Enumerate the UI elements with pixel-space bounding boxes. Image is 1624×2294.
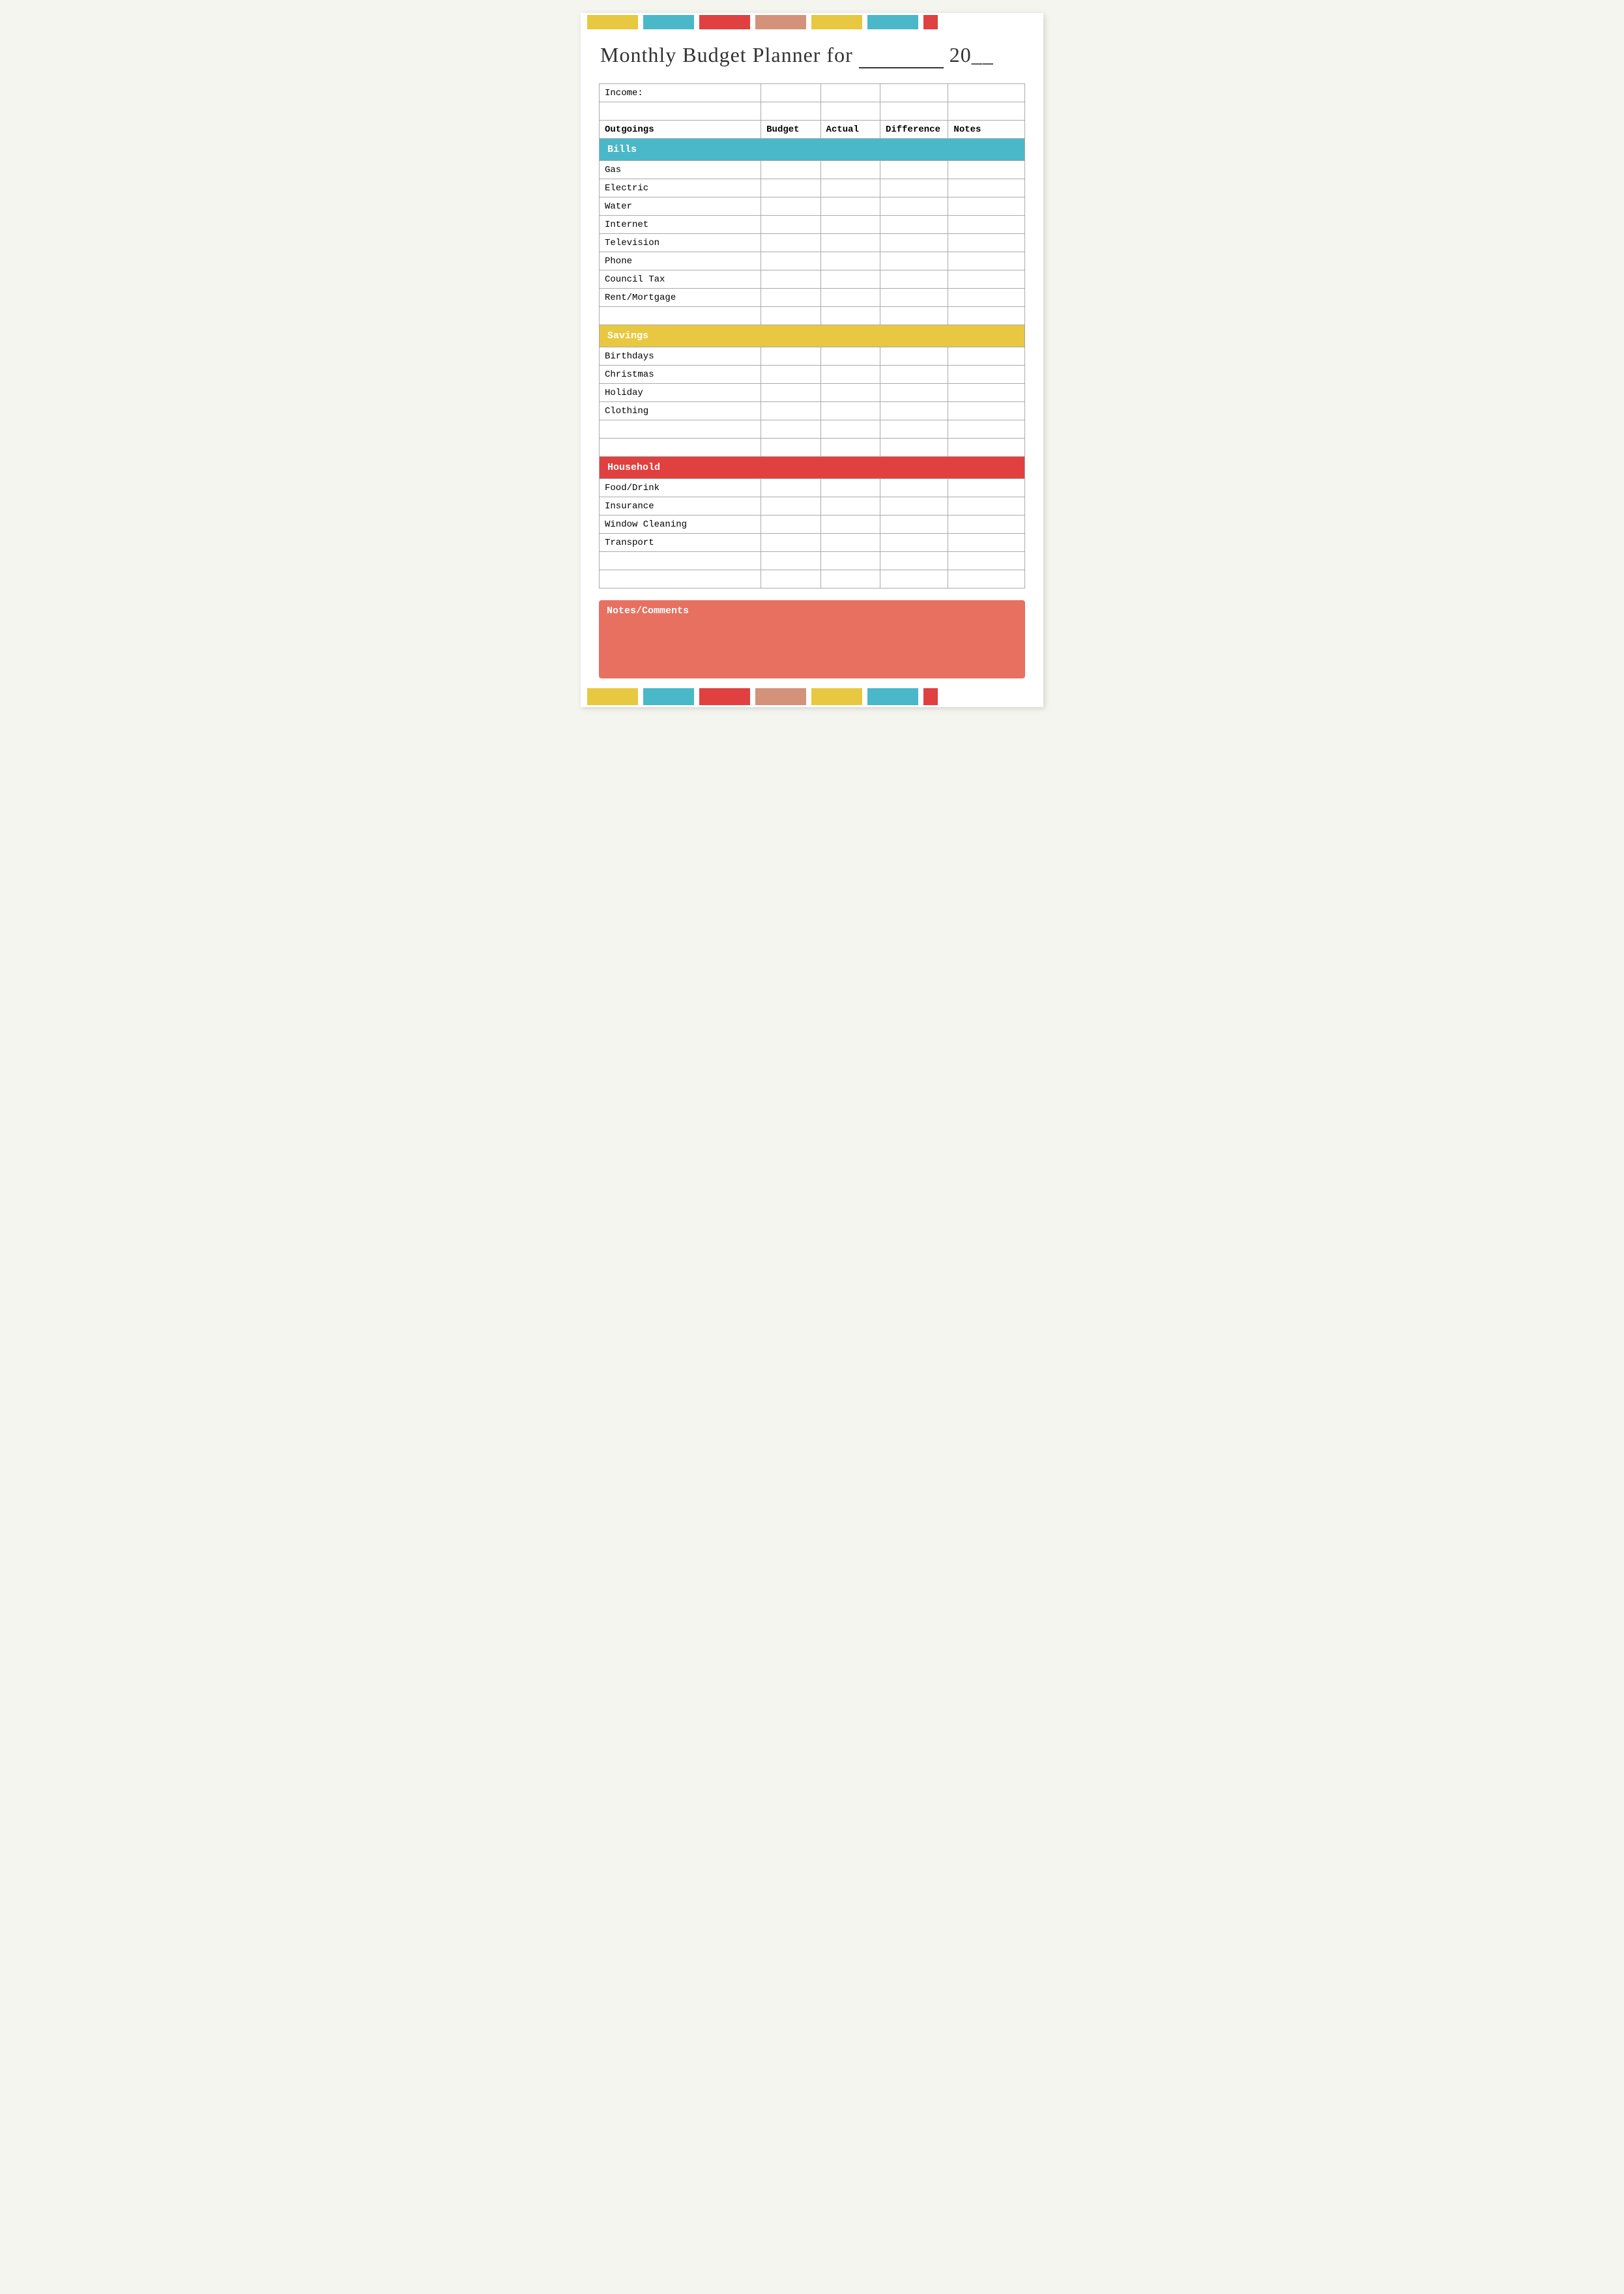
title-year-suffix: __ bbox=[972, 43, 994, 66]
header-difference: Difference bbox=[880, 121, 948, 139]
bills-section-header: Bills bbox=[600, 139, 1025, 161]
title-year-prefix: 20 bbox=[944, 43, 972, 66]
savings-clothing: Clothing bbox=[600, 402, 761, 420]
swatch-red-1 bbox=[699, 15, 750, 29]
swatch-bottom-yellow-1 bbox=[587, 688, 638, 705]
income-notes[interactable] bbox=[948, 84, 1025, 102]
swatch-bottom-salmon-1 bbox=[755, 688, 806, 705]
table-row: Transport bbox=[600, 534, 1025, 552]
page-title: Monthly Budget Planner for 20__ bbox=[600, 43, 994, 66]
table-row: Phone bbox=[600, 252, 1025, 270]
swatch-teal-2 bbox=[867, 15, 918, 29]
household-transport: Transport bbox=[600, 534, 761, 552]
table-row: Window Cleaning bbox=[600, 515, 1025, 534]
savings-holiday: Holiday bbox=[600, 384, 761, 402]
swatch-yellow-1 bbox=[587, 15, 638, 29]
bills-water: Water bbox=[600, 197, 761, 216]
swatch-bottom-teal-2 bbox=[867, 688, 918, 705]
table-row: Council Tax bbox=[600, 270, 1025, 289]
table-row: Birthdays bbox=[600, 347, 1025, 366]
page: Monthly Budget Planner for 20__ Income: bbox=[581, 13, 1043, 707]
bills-council-tax: Council Tax bbox=[600, 270, 761, 289]
bills-internet: Internet bbox=[600, 216, 761, 234]
bills-television: Television bbox=[600, 234, 761, 252]
savings-header-row: Savings bbox=[600, 325, 1025, 347]
household-window-cleaning: Window Cleaning bbox=[600, 515, 761, 534]
header-actual: Actual bbox=[820, 121, 880, 139]
income-actual[interactable] bbox=[820, 84, 880, 102]
notes-title: Notes/Comments bbox=[607, 605, 1017, 617]
swatch-bottom-red-2 bbox=[923, 688, 938, 705]
table-row: Insurance bbox=[600, 497, 1025, 515]
swatch-bottom-yellow-2 bbox=[811, 688, 862, 705]
savings-christmas: Christmas bbox=[600, 366, 761, 384]
top-color-bar bbox=[581, 13, 1043, 31]
title-section: Monthly Budget Planner for 20__ bbox=[581, 31, 1043, 77]
savings-label: Savings bbox=[605, 328, 1019, 343]
table-row: Holiday bbox=[600, 384, 1025, 402]
header-notes: Notes bbox=[948, 121, 1025, 139]
header-outgoings: Outgoings bbox=[600, 121, 761, 139]
household-insurance: Insurance bbox=[600, 497, 761, 515]
table-row: Rent/Mortgage bbox=[600, 289, 1025, 307]
savings-section-header: Savings bbox=[600, 325, 1025, 347]
bills-rent-mortgage: Rent/Mortgage bbox=[600, 289, 761, 307]
swatch-teal-1 bbox=[643, 15, 694, 29]
table-row: Christmas bbox=[600, 366, 1025, 384]
swatch-yellow-2 bbox=[811, 15, 862, 29]
table-row: Food/Drink bbox=[600, 479, 1025, 497]
savings-birthdays: Birthdays bbox=[600, 347, 761, 366]
table-row: Clothing bbox=[600, 402, 1025, 420]
household-section-header: Household bbox=[600, 457, 1025, 479]
empty-row-5 bbox=[600, 552, 1025, 570]
table-row: Television bbox=[600, 234, 1025, 252]
budget-table-wrapper: Income: Outgoings Budget A bbox=[581, 77, 1043, 595]
bills-electric: Electric bbox=[600, 179, 761, 197]
table-row: Gas bbox=[600, 161, 1025, 179]
income-row: Income: bbox=[600, 84, 1025, 102]
bills-label: Bills bbox=[605, 142, 1019, 157]
budget-table: Income: Outgoings Budget A bbox=[599, 83, 1025, 588]
swatch-bottom-teal-1 bbox=[643, 688, 694, 705]
table-row: Internet bbox=[600, 216, 1025, 234]
header-row: Outgoings Budget Actual Difference Notes bbox=[600, 121, 1025, 139]
bills-header-row: Bills bbox=[600, 139, 1025, 161]
table-row: Electric bbox=[600, 179, 1025, 197]
income-diff[interactable] bbox=[880, 84, 948, 102]
empty-row-4 bbox=[600, 439, 1025, 457]
income-label: Income: bbox=[600, 84, 761, 102]
household-label: Household bbox=[605, 460, 1019, 475]
bills-gas: Gas bbox=[600, 161, 761, 179]
title-underline bbox=[859, 43, 944, 68]
swatch-salmon-1 bbox=[755, 15, 806, 29]
empty-row-2 bbox=[600, 307, 1025, 325]
swatch-bottom-red-1 bbox=[699, 688, 750, 705]
swatch-red-2 bbox=[923, 15, 938, 29]
title-main: Monthly Budget Planner for bbox=[600, 43, 859, 66]
table-row: Water bbox=[600, 197, 1025, 216]
empty-row-6 bbox=[600, 570, 1025, 588]
bills-phone: Phone bbox=[600, 252, 761, 270]
income-budget[interactable] bbox=[761, 84, 820, 102]
household-food-drink: Food/Drink bbox=[600, 479, 761, 497]
empty-row-3 bbox=[600, 420, 1025, 439]
household-header-row: Household bbox=[600, 457, 1025, 479]
bottom-color-bar bbox=[581, 686, 1043, 707]
empty-row-1 bbox=[600, 102, 1025, 121]
notes-comments-section[interactable]: Notes/Comments bbox=[599, 600, 1025, 678]
header-budget: Budget bbox=[761, 121, 820, 139]
